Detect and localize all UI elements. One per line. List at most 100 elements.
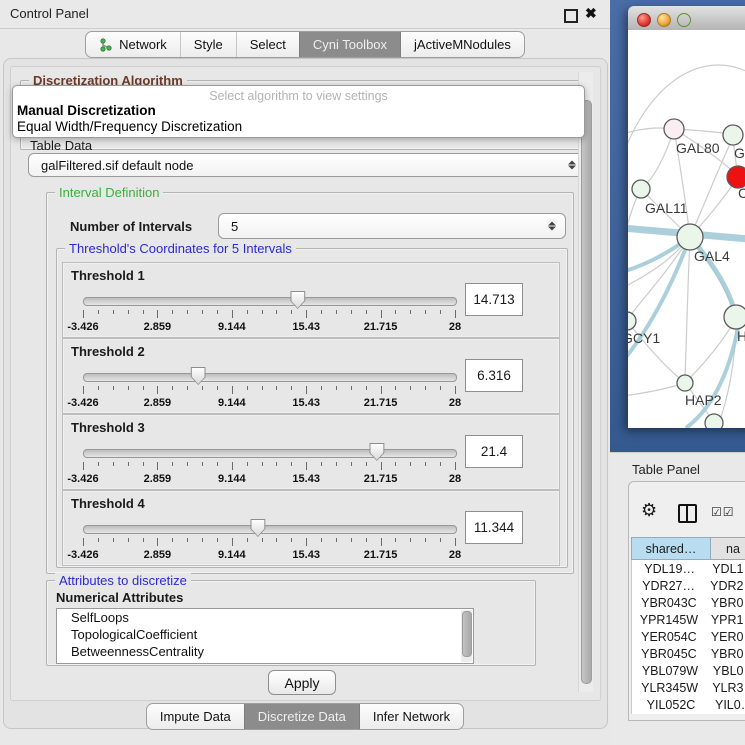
table-data-combobox[interactable]: galFiltered.sif default node bbox=[28, 153, 586, 177]
checkboxes-icon[interactable]: ☑☑ bbox=[711, 505, 735, 519]
close-icon[interactable]: ✖ bbox=[585, 5, 597, 22]
threshold-4-slider[interactable]: -3.4262.8599.14415.4321.71528 bbox=[83, 523, 455, 563]
tick-mark bbox=[262, 386, 263, 390]
threshold-1-slider[interactable]: -3.4262.8599.14415.4321.71528 bbox=[83, 295, 455, 335]
network-node[interactable] bbox=[677, 224, 703, 250]
cell-shared-name[interactable]: YBL079W bbox=[632, 662, 708, 679]
network-canvas[interactable]: GAL80GAL11GAL4GCY1HAP2HGAC bbox=[628, 30, 745, 428]
table-row[interactable]: YDR27…YDR2… bbox=[632, 577, 745, 594]
cell-shared-name[interactable]: YPR145W bbox=[632, 611, 706, 628]
scrollbar-thumb[interactable] bbox=[581, 100, 592, 684]
cell-shared-name[interactable]: YLR345W bbox=[632, 679, 707, 696]
tick-mark bbox=[187, 310, 188, 314]
columns-icon[interactable] bbox=[678, 504, 697, 523]
numerical-attributes-list[interactable]: SelfLoops TopologicalCoefficient Between… bbox=[56, 608, 474, 664]
gear-icon[interactable]: ⚙ bbox=[641, 500, 657, 521]
table-row[interactable]: YDL19…YDL1… bbox=[632, 560, 745, 577]
network-node[interactable] bbox=[628, 312, 636, 330]
tab-cyni-toolbox[interactable]: Cyni Toolbox bbox=[299, 32, 400, 57]
zoom-traffic-light-icon[interactable] bbox=[677, 13, 691, 27]
scrollbar-thumb[interactable] bbox=[462, 611, 472, 657]
slider-track[interactable] bbox=[83, 525, 457, 534]
tab-impute-data[interactable]: Impute Data bbox=[147, 704, 244, 729]
column-header-shared-name[interactable]: shared… bbox=[631, 537, 711, 560]
tab-jactivemnodules[interactable]: jActiveMNodules bbox=[400, 32, 524, 57]
network-edge[interactable] bbox=[690, 142, 731, 237]
network-node[interactable] bbox=[724, 305, 745, 329]
table-row[interactable]: YBL079WYBL0… bbox=[632, 662, 745, 679]
cell-shared-name[interactable]: YDR27… bbox=[632, 577, 705, 594]
cell-shared-name[interactable]: YBR043C bbox=[632, 594, 706, 611]
threshold-2-slider[interactable]: -3.4262.8599.14415.4321.71528 bbox=[83, 371, 455, 411]
number-of-intervals-combobox[interactable]: 5 bbox=[218, 213, 566, 239]
network-node[interactable] bbox=[632, 180, 650, 198]
cell-name[interactable]: YER0… bbox=[706, 628, 745, 645]
slider-thumb[interactable] bbox=[290, 291, 305, 309]
tick-mark bbox=[83, 310, 84, 318]
tab-network[interactable]: Network bbox=[86, 32, 180, 57]
apply-button[interactable]: Apply bbox=[268, 670, 336, 695]
tab-infer-network[interactable]: Infer Network bbox=[359, 704, 463, 729]
table-row[interactable]: YLR345WYLR3… bbox=[632, 679, 745, 696]
slider-thumb[interactable] bbox=[191, 367, 206, 385]
list-item[interactable]: SelfLoops bbox=[57, 609, 473, 626]
menu-item-manual-discretization[interactable]: Manual Discretization bbox=[17, 103, 156, 118]
menu-item-equal-width-frequency[interactable]: Equal Width/Frequency Discretization bbox=[17, 119, 242, 134]
tab-style[interactable]: Style bbox=[180, 32, 236, 57]
slider-track[interactable] bbox=[83, 373, 457, 382]
close-traffic-light-icon[interactable] bbox=[637, 13, 651, 27]
tab-select[interactable]: Select bbox=[236, 32, 299, 57]
cell-shared-name[interactable]: YDL19… bbox=[632, 560, 707, 577]
slider-track[interactable] bbox=[83, 297, 457, 306]
cell-shared-name[interactable]: YIL052C bbox=[632, 696, 710, 713]
cell-name[interactable]: YDL1… bbox=[707, 560, 745, 577]
network-edge[interactable] bbox=[685, 237, 690, 380]
table-row[interactable]: YER054CYER0… bbox=[632, 628, 745, 645]
network-node[interactable] bbox=[664, 119, 684, 139]
slider-thumb[interactable] bbox=[250, 519, 265, 537]
tab-discretize-data[interactable]: Discretize Data bbox=[244, 704, 359, 729]
threshold-3-slider[interactable]: -3.4262.8599.14415.4321.71528 bbox=[83, 447, 455, 487]
column-header-name[interactable]: na bbox=[711, 537, 745, 560]
slider-thumb[interactable] bbox=[369, 443, 384, 461]
table-row[interactable]: YBR045CYBR0… bbox=[632, 645, 745, 662]
tick-mark bbox=[98, 462, 99, 466]
tick-mark bbox=[98, 386, 99, 390]
network-window-titlebar[interactable] bbox=[628, 6, 745, 31]
table-row[interactable]: YPR145WYPR1… bbox=[632, 611, 745, 628]
cell-shared-name[interactable]: YBR045C bbox=[632, 645, 706, 662]
cell-name[interactable]: YDR2… bbox=[705, 577, 745, 594]
cell-shared-name[interactable]: YER054C bbox=[632, 628, 706, 645]
threshold-1-label: Threshold 1 bbox=[71, 268, 145, 283]
network-node[interactable] bbox=[723, 125, 743, 145]
network-edge[interactable] bbox=[628, 189, 641, 260]
threshold-3-value[interactable]: 21.4 bbox=[465, 435, 523, 468]
cell-name[interactable]: YLR3… bbox=[707, 679, 745, 696]
table-row[interactable]: YIL052CYIL0… bbox=[632, 696, 745, 713]
threshold-2-value[interactable]: 6.316 bbox=[465, 359, 523, 392]
cell-name[interactable]: YPR1… bbox=[706, 611, 745, 628]
list-item[interactable]: BetweennessCentrality bbox=[57, 643, 473, 660]
table-row[interactable]: YBR043CYBR0… bbox=[632, 594, 745, 611]
minimize-traffic-light-icon[interactable] bbox=[657, 13, 671, 27]
network-graph[interactable]: GAL80GAL11GAL4GCY1HAP2HGAC bbox=[628, 30, 745, 428]
slider-track[interactable] bbox=[83, 449, 457, 458]
cell-name[interactable]: YBR0… bbox=[706, 594, 745, 611]
panel-scrollbar[interactable] bbox=[578, 72, 593, 692]
network-icon bbox=[99, 38, 113, 52]
cell-name[interactable]: YBR0… bbox=[706, 645, 745, 662]
network-node[interactable] bbox=[677, 375, 693, 391]
tick-label: 28 bbox=[449, 397, 461, 409]
slider-ticks bbox=[83, 310, 455, 319]
list-scrollbar[interactable] bbox=[461, 610, 472, 662]
network-node[interactable] bbox=[705, 414, 723, 428]
float-window-icon[interactable] bbox=[564, 9, 578, 23]
threshold-1-value[interactable]: 14.713 bbox=[465, 283, 523, 316]
list-item[interactable]: TopologicalCoefficient bbox=[57, 626, 473, 643]
cell-name[interactable]: YBL0… bbox=[708, 662, 745, 679]
tick-mark bbox=[202, 462, 203, 466]
cell-name[interactable]: YIL0… bbox=[710, 696, 745, 713]
threshold-4-value[interactable]: 11.344 bbox=[465, 511, 523, 544]
tick-mark bbox=[172, 386, 173, 390]
network-edge[interactable] bbox=[628, 383, 685, 396]
